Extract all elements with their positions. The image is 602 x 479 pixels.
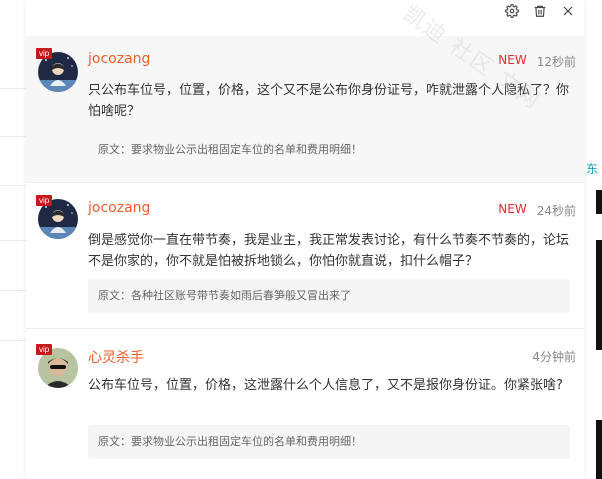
timestamp: 12秒前 xyxy=(536,55,576,69)
background-page-left xyxy=(0,0,26,479)
vip-badge: vip xyxy=(36,48,53,59)
avatar[interactable]: vip xyxy=(36,344,80,388)
username-link[interactable]: jocozang xyxy=(88,200,150,216)
username-link[interactable]: 心灵杀手 xyxy=(88,347,144,367)
notification-item[interactable]: vip 心灵杀手 4分钟前 公布车位号，位置，价格，这泄露什么个人信息了，又不是… xyxy=(26,329,584,479)
background-row-divider xyxy=(0,88,26,89)
background-row-divider xyxy=(0,240,26,241)
background-row-divider xyxy=(0,290,26,291)
background-scrollbar xyxy=(596,190,602,214)
trash-icon xyxy=(534,5,546,17)
comment-text: 倒是感觉你一直在带节奏，我是业主，我正常发表讨论，有什么节奏不节奏的，论坛不是你… xyxy=(88,233,570,269)
notification-panel: vip jocozang NEW 12秒前 只公布车位号，位置，价格，这个又不是… xyxy=(26,0,584,479)
new-badge: NEW xyxy=(498,202,527,216)
comment-text: 只公布车位号，位置，价格，这个又不是公布你身份证号，咋就泄露个人隐私了？你怕啥呢… xyxy=(88,83,570,119)
notification-item[interactable]: vip jocozang NEW 12秒前 只公布车位号，位置，价格，这个又不是… xyxy=(26,36,584,182)
timestamp: 4分钟前 xyxy=(532,350,576,364)
original-post-link[interactable]: 原文：各种社区账号带节奏如雨后春笋般又冒出来了 xyxy=(88,279,570,313)
close-button[interactable] xyxy=(560,3,576,19)
original-post-link[interactable]: 原文：要求物业公示出租固定车位的名单和费用明细！ xyxy=(88,425,570,459)
username-link[interactable]: jocozang xyxy=(88,51,150,67)
item-meta: NEW 24秒前 xyxy=(498,202,576,219)
original-post-link[interactable]: 原文：要求物业公示出租固定车位的名单和费用明细！ xyxy=(88,133,570,167)
item-meta: 4分钟前 xyxy=(532,348,576,365)
vip-badge: vip xyxy=(36,344,53,355)
background-row-divider xyxy=(0,340,26,341)
avatar[interactable]: vip xyxy=(36,48,80,92)
vip-badge: vip xyxy=(36,195,53,206)
background-scrollbar xyxy=(596,420,602,479)
background-row-divider xyxy=(0,136,26,137)
comment-text: 公布车位号，位置，价格，这泄露什么个人信息了，又不是报你身份证。你紧张啥? xyxy=(88,378,563,393)
background-tab-label: 东 xyxy=(586,162,599,176)
settings-button[interactable] xyxy=(504,3,520,19)
notification-item[interactable]: vip jocozang NEW 24秒前 倒是感觉你一直在带节奏，我是业主，我… xyxy=(26,183,584,327)
new-badge: NEW xyxy=(498,53,527,67)
background-row-divider xyxy=(0,185,26,186)
background-scrollbar xyxy=(596,240,602,350)
item-meta: NEW 12秒前 xyxy=(498,53,576,70)
panel-toolbar xyxy=(504,0,576,22)
avatar[interactable]: vip xyxy=(36,195,80,239)
timestamp: 24秒前 xyxy=(536,204,576,218)
gear-icon xyxy=(505,4,519,18)
background-page-right: 东 xyxy=(584,0,602,479)
close-icon xyxy=(563,6,573,16)
delete-button[interactable] xyxy=(532,3,548,19)
